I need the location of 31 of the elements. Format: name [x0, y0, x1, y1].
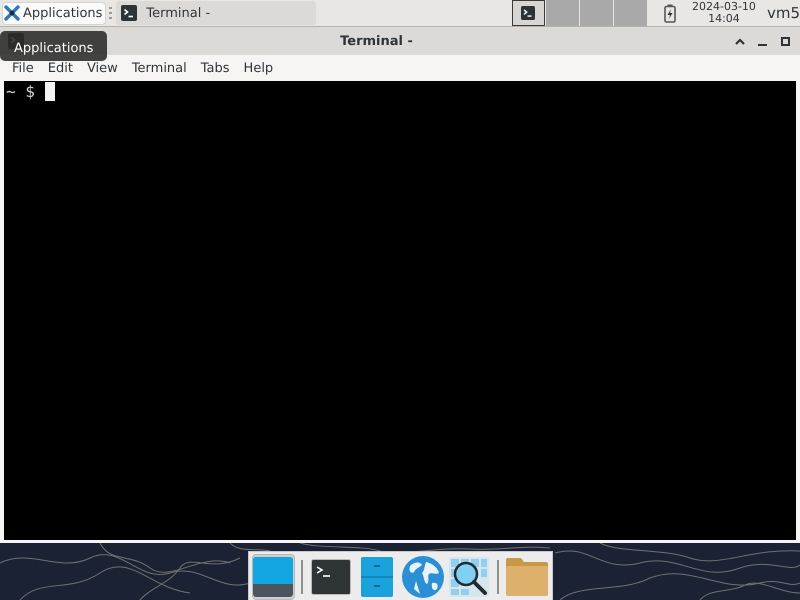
folder-icon	[506, 558, 548, 596]
task-button[interactable]: Terminal -	[116, 1, 316, 25]
clock[interactable]: 2024-03-10 14:04	[690, 1, 757, 25]
desktop-icon	[253, 556, 294, 596]
battery-icon	[664, 4, 676, 22]
tooltip: Applications	[0, 31, 107, 61]
terminal-icon	[521, 6, 536, 20]
clock-time: 14:04	[708, 13, 740, 25]
workspace-button[interactable]	[512, 0, 545, 26]
applications-button[interactable]: Applications	[2, 2, 106, 24]
dock-button[interactable]	[252, 554, 296, 600]
file-cabinet-icon	[360, 556, 393, 596]
terminal-icon	[311, 558, 352, 594]
menu-item[interactable]: View	[80, 58, 125, 78]
clock-date: 2024-03-10	[692, 1, 756, 13]
menu-item[interactable]: Edit	[40, 58, 80, 78]
drag-handle-icon[interactable]	[109, 7, 114, 19]
globe-icon	[402, 556, 444, 598]
menu-item[interactable]: File	[5, 58, 41, 78]
user-name[interactable]: vm5	[766, 4, 800, 22]
minimize-icon	[758, 44, 767, 46]
cross-logo-icon	[4, 5, 20, 21]
menu-item[interactable]: Help	[236, 58, 280, 78]
maximize-icon	[781, 36, 790, 46]
menu-item[interactable]: Terminal	[124, 58, 194, 78]
menu-item[interactable]: Tabs	[194, 58, 237, 78]
caret-up-icon	[734, 38, 744, 44]
prompt-text: ~ $	[6, 82, 35, 101]
search-icon	[448, 556, 489, 596]
terminal-area[interactable]: ~ $	[4, 81, 796, 540]
terminal-icon	[121, 5, 138, 21]
